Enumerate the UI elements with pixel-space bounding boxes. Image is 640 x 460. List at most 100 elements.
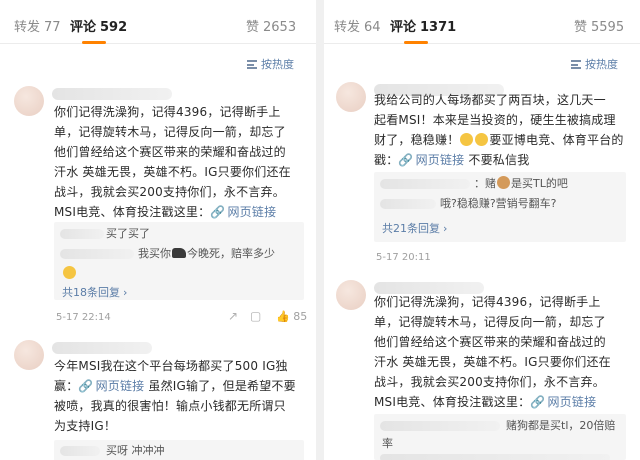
web-link[interactable]: 网页链接 bbox=[227, 205, 276, 219]
like-count: 85 bbox=[293, 310, 308, 323]
comment-line: 戳：🔗 网页链接 不要私信我 bbox=[374, 150, 638, 170]
comment-body: 我给公司的人每场都买了两百块，这几天一 起看MSI！本来是当投资的，硬生生被搞成… bbox=[374, 90, 638, 170]
avatar[interactable] bbox=[14, 340, 44, 370]
tab-like[interactable]: 赞 5595 bbox=[574, 20, 624, 36]
sort-icon bbox=[571, 60, 581, 69]
reply-username-blurred[interactable] bbox=[60, 229, 104, 239]
reply-username-blurred[interactable] bbox=[380, 179, 470, 189]
grin-emoji-icon bbox=[460, 133, 474, 146]
comment-line: MSI电竞、体育投注戳这里：🔗 网页链接 bbox=[374, 392, 638, 412]
reply-text: 我买你 bbox=[138, 247, 171, 260]
more-replies-link[interactable]: 共18条回复 › bbox=[62, 284, 127, 300]
comment-line-text: 要亚博电竞、体育平台的 bbox=[489, 133, 624, 147]
reply-text: 买了买了 bbox=[106, 227, 150, 240]
comment-line: 财了，稳稳赚！ 要亚博电竞、体育平台的 bbox=[374, 130, 638, 150]
reply-username-blurred[interactable] bbox=[60, 446, 100, 456]
reply-username-blurred[interactable] bbox=[380, 421, 500, 431]
link-icon: 🔗 bbox=[78, 379, 94, 393]
reply-text: 赌狗都是买tl，20倍赔 bbox=[506, 419, 616, 432]
link-icon: 🔗 bbox=[210, 205, 226, 219]
reply-text: 率 bbox=[382, 437, 393, 450]
tab-bar: 转发 64 评论 1371 赞 5595 bbox=[324, 0, 640, 44]
like-button[interactable]: 👍 85 bbox=[276, 310, 307, 323]
sort-by-hot-button[interactable]: 按热度 bbox=[247, 56, 294, 72]
tab-comment-label: 评论 bbox=[70, 20, 97, 35]
comment-panel-right: 转发 64 评论 1371 赞 5595 按热度 我给公司的人每场都买了两百块，这几天… bbox=[324, 0, 640, 460]
thumbs-up-icon: 👍 bbox=[276, 310, 290, 323]
reply-box: 买了买了 我买你 今晚死，赔率多少 共18条回复 › bbox=[54, 222, 304, 300]
avatar[interactable] bbox=[336, 82, 366, 112]
more-replies-label: 共21条回复 bbox=[382, 222, 440, 235]
reply-box: 赌狗都是买tl，20倍赔 率 bbox=[374, 414, 626, 460]
avatar[interactable] bbox=[14, 86, 44, 116]
comment-time: 5-17 22:14 bbox=[56, 312, 111, 323]
username-blurred[interactable] bbox=[52, 88, 172, 100]
reply-text: 今晚死，赔率多少 bbox=[187, 247, 275, 260]
reply-text: 哦?稳稳赚?营销号翻车? bbox=[440, 197, 557, 210]
tab-repost[interactable]: 转发 77 bbox=[14, 20, 61, 36]
reply-username-blurred[interactable] bbox=[380, 199, 436, 209]
tab-like[interactable]: 赞 2653 bbox=[246, 20, 296, 36]
comment-line-text: 赢： bbox=[54, 379, 79, 393]
comment-line: 为支持IG！ bbox=[54, 419, 117, 433]
sort-by-hot-button[interactable]: 按热度 bbox=[571, 56, 618, 72]
comment-time: 5-17 20:11 bbox=[376, 252, 431, 263]
comment-line: 被喷，我真的很害怕！输点小钱都无所谓只 bbox=[54, 399, 286, 413]
tab-comment[interactable]: 评论 1371 bbox=[390, 20, 457, 44]
horse-emoji-icon bbox=[172, 248, 186, 258]
comment-line-text: MSI电竞、体育投注戳这里： bbox=[374, 395, 531, 409]
comment-line: 他们曾经给这个赛区带来的荣耀和奋战过的 bbox=[374, 335, 606, 349]
comment-line-text: 虽然IG输了，但是希望不要 bbox=[148, 379, 296, 393]
tab-repost-count: 64 bbox=[364, 20, 381, 35]
sort-row: 按热度 bbox=[324, 50, 640, 74]
comment-line: 单，记得旋转木马，记得反向一箭，却忘了 bbox=[374, 315, 606, 329]
reply-username-blurred[interactable] bbox=[60, 249, 134, 259]
tab-like-label: 赞 bbox=[246, 20, 260, 35]
web-link[interactable]: 网页链接 bbox=[416, 153, 465, 167]
grin-emoji-icon bbox=[475, 133, 489, 146]
share-icon[interactable]: ↗ bbox=[228, 309, 238, 323]
comment-line: 汗水 英雄无畏，英雄不朽。IG只要你们还在 bbox=[54, 165, 291, 179]
comment-line-text: 财了，稳稳赚！ bbox=[374, 133, 460, 147]
comment-panel-left: 转发 77 评论 592 赞 2653 按热度 你们记得洗澡狗，记得4396，记得断手… bbox=[0, 0, 316, 460]
comment-line-text: MSI电竞、体育投注戳这里： bbox=[54, 205, 211, 219]
tab-like-label: 赞 bbox=[574, 20, 588, 35]
web-link[interactable]: 网页链接 bbox=[547, 395, 596, 409]
comment-line: 战斗，我就会买200支持你们，永不言弃。 bbox=[54, 185, 285, 199]
comment-line-text: 不要私信我 bbox=[468, 153, 530, 167]
comment-line: 起看MSI！本来是当投资的，硬生生被搞成理 bbox=[374, 113, 616, 127]
reply-icon[interactable]: ▢ bbox=[250, 309, 261, 323]
comment-line: 他们曾经给这个赛区带来的荣耀和奋战过的 bbox=[54, 145, 286, 159]
active-tab-indicator bbox=[82, 41, 106, 44]
tab-repost[interactable]: 转发 64 bbox=[334, 20, 381, 36]
sort-row: 按热度 bbox=[0, 50, 316, 74]
tab-repost-label: 转发 bbox=[334, 20, 361, 35]
dog-emoji-icon bbox=[497, 176, 510, 189]
reply-text: 买呀 冲冲冲 bbox=[106, 444, 165, 457]
username-blurred[interactable] bbox=[52, 342, 152, 354]
comment-line-text: 戳： bbox=[374, 153, 399, 167]
reply-text: ：赌 bbox=[474, 177, 496, 190]
comment-line: 我给公司的人每场都买了两百块，这几天一 bbox=[374, 93, 606, 107]
reply-text: 是买TL的吧 bbox=[511, 177, 568, 190]
tab-comment[interactable]: 评论 592 bbox=[70, 20, 128, 44]
comment-body: 你们记得洗澡狗，记得4396，记得断手上 单，记得旋转木马，记得反向一箭，却忘了… bbox=[54, 102, 314, 222]
more-replies-label: 共18条回复 bbox=[62, 286, 120, 299]
more-replies-link[interactable]: 共21条回复 › bbox=[382, 220, 447, 236]
chevron-right-icon: › bbox=[123, 286, 128, 299]
reply-line: ：赌 是买TL的吧 bbox=[474, 176, 568, 192]
reply-line: 我买你 今晚死，赔率多少 bbox=[138, 246, 275, 262]
link-icon: 🔗 bbox=[530, 395, 546, 409]
sort-label: 按热度 bbox=[585, 58, 618, 71]
tab-repost-count: 77 bbox=[44, 20, 61, 35]
comment-line: 汗水 英雄无畏，英雄不朽。IG只要你们还在 bbox=[374, 355, 611, 369]
tab-like-count: 5595 bbox=[591, 20, 625, 35]
comment-line: 你们记得洗澡狗，记得4396，记得断手上 bbox=[54, 105, 281, 119]
tab-comment-count: 1371 bbox=[420, 20, 457, 35]
avatar[interactable] bbox=[336, 280, 366, 310]
web-link[interactable]: 网页链接 bbox=[96, 379, 145, 393]
comment-line: 今年MSI我在这个平台每场都买了500 IG独 bbox=[54, 359, 288, 373]
tab-comment-count: 592 bbox=[100, 20, 128, 35]
tab-bar: 转发 77 评论 592 赞 2653 bbox=[0, 0, 316, 44]
tab-like-count: 2653 bbox=[263, 20, 297, 35]
